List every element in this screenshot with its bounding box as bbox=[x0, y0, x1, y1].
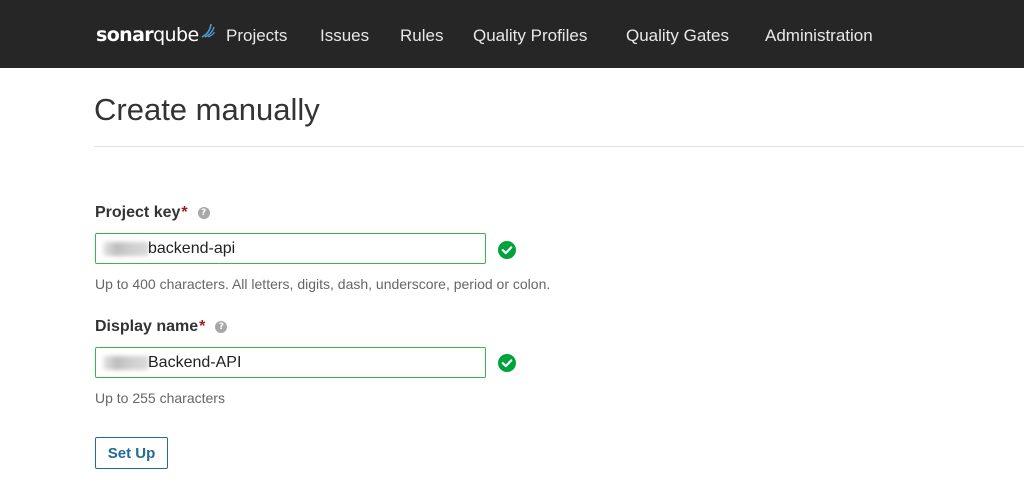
help-icon[interactable]: ? bbox=[197, 207, 210, 219]
check-circle-icon bbox=[498, 354, 516, 372]
logo-text-qube: qube bbox=[153, 24, 199, 46]
display-name-label: Display name * ? bbox=[95, 316, 228, 338]
required-asterisk: * bbox=[181, 204, 188, 221]
nav-rules[interactable]: Rules bbox=[400, 22, 443, 50]
logo-text-sonar: sonar bbox=[96, 24, 154, 46]
redacted-prefix bbox=[103, 356, 149, 370]
page-title: Create manually bbox=[94, 92, 320, 127]
display-name-input[interactable]: Backend-API bbox=[95, 347, 486, 378]
help-icon[interactable]: ? bbox=[215, 321, 228, 333]
required-asterisk: * bbox=[199, 318, 206, 335]
project-key-label: Project key * ? bbox=[95, 202, 210, 224]
sonarqube-logo[interactable]: sonarqube bbox=[96, 22, 215, 48]
check-circle-icon bbox=[498, 241, 516, 259]
project-key-input[interactable]: backend-api bbox=[95, 233, 486, 264]
display-name-hint: Up to 255 characters bbox=[95, 390, 225, 406]
nav-administration[interactable]: Administration bbox=[765, 22, 873, 50]
nav-quality-profiles[interactable]: Quality Profiles bbox=[473, 22, 587, 50]
nav-projects[interactable]: Projects bbox=[226, 22, 287, 50]
set-up-button[interactable]: Set Up bbox=[95, 437, 168, 469]
project-key-hint: Up to 400 characters. All letters, digit… bbox=[95, 276, 551, 292]
logo-text: sonarqube bbox=[96, 22, 199, 48]
nav-issues[interactable]: Issues bbox=[320, 22, 369, 50]
display-name-label-text: Display name bbox=[95, 318, 199, 335]
nav-quality-gates[interactable]: Quality Gates bbox=[626, 22, 729, 50]
project-key-value: backend-api bbox=[148, 240, 236, 257]
title-divider bbox=[94, 146, 1024, 147]
redacted-prefix bbox=[103, 242, 149, 256]
sonar-waves-icon bbox=[201, 23, 215, 38]
display-name-value: Backend-API bbox=[148, 354, 242, 371]
top-navigation-bar: sonarqube Projects Issues Rules Quality … bbox=[0, 0, 1024, 68]
project-key-label-text: Project key bbox=[95, 204, 181, 221]
